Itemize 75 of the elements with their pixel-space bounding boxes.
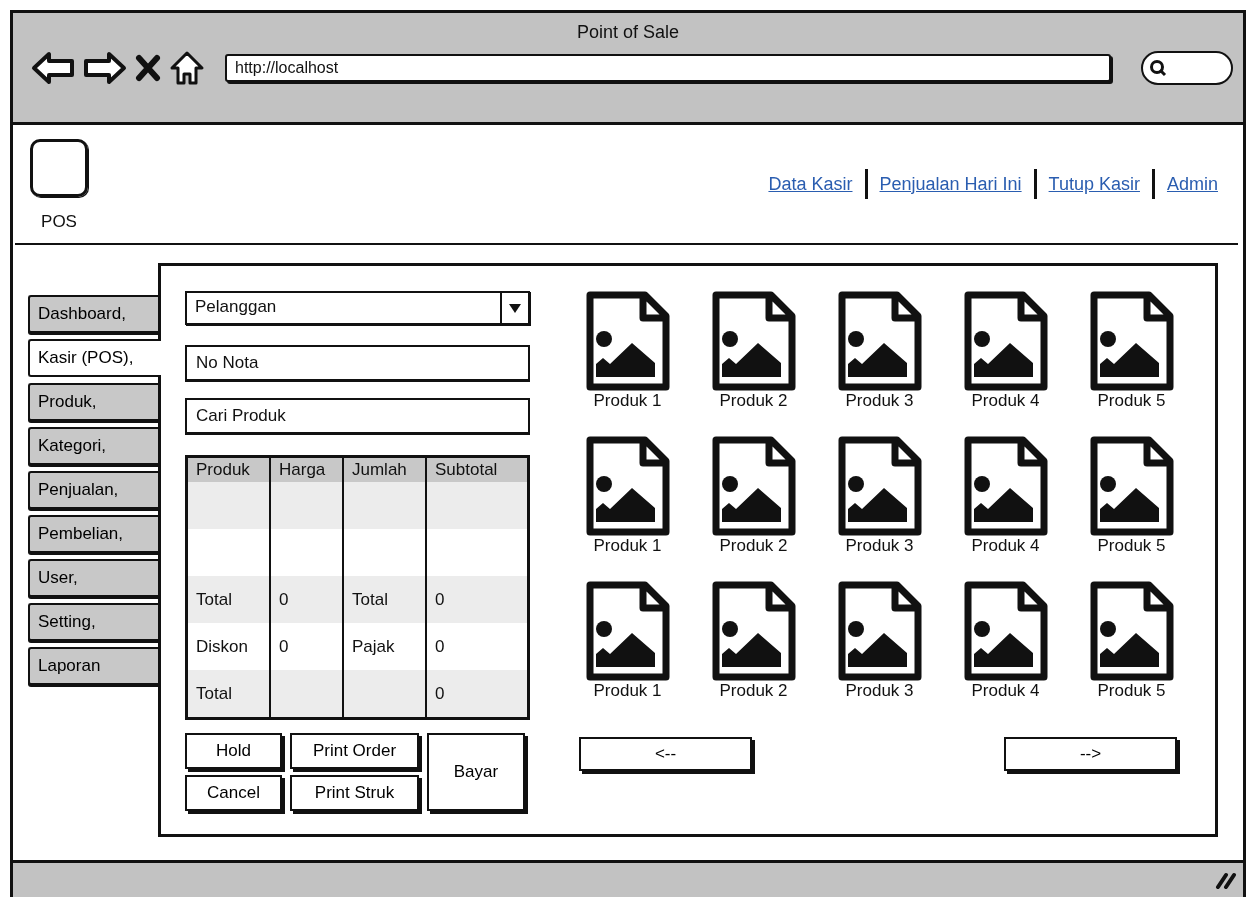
sidebar-tab[interactable]: Setting, <box>28 603 158 641</box>
back-icon[interactable] <box>31 51 75 85</box>
sidebar-tab[interactable]: Kasir (POS), <box>28 339 161 377</box>
invoice-number-field[interactable]: No Nota <box>185 345 530 382</box>
next-page-button[interactable]: --> <box>1004 737 1177 771</box>
logo-label: POS <box>41 211 77 233</box>
sidebar-tab[interactable]: Laporan <box>28 647 158 685</box>
table-cell: Total <box>188 576 269 623</box>
image-file-icon[interactable] <box>585 291 670 391</box>
product-label: Produk 5 <box>1097 391 1166 411</box>
product-label: Produk 2 <box>719 681 788 701</box>
action-button[interactable]: Hold <box>185 733 282 769</box>
action-button[interactable]: Print Struk <box>290 775 419 811</box>
image-file-icon[interactable] <box>585 581 670 681</box>
image-file-icon[interactable] <box>711 291 796 391</box>
image-file-icon[interactable] <box>1089 581 1174 681</box>
close-icon[interactable] <box>135 54 161 82</box>
action-button[interactable]: Bayar <box>427 733 525 811</box>
image-file-icon[interactable] <box>1089 436 1174 536</box>
header-link[interactable]: Admin <box>1166 170 1218 198</box>
image-file-icon[interactable] <box>963 436 1048 536</box>
action-button[interactable]: Print Order <box>290 733 419 769</box>
table-cell: 0 <box>425 670 527 717</box>
sidebar-tab[interactable]: User, <box>28 559 158 597</box>
image-file-icon[interactable] <box>585 436 670 536</box>
image-file-icon[interactable] <box>837 291 922 391</box>
image-file-icon[interactable] <box>963 291 1048 391</box>
product-label: Produk 3 <box>845 536 914 556</box>
product-label: Produk 4 <box>971 536 1040 556</box>
image-file-icon[interactable] <box>1089 291 1174 391</box>
logo-placeholder <box>30 139 88 197</box>
product-label: Produk 5 <box>1097 536 1166 556</box>
column-header: Produk <box>188 458 269 482</box>
product-label: Produk 3 <box>845 681 914 701</box>
header-link[interactable]: Penjualan Hari Ini <box>879 170 1022 198</box>
search-field[interactable] <box>1141 51 1233 85</box>
image-file-icon[interactable] <box>963 581 1048 681</box>
table-cell: 0 <box>269 576 342 623</box>
column-header: Harga <box>269 458 342 482</box>
image-file-icon[interactable] <box>837 581 922 681</box>
header-link[interactable]: Data Kasir <box>768 170 853 198</box>
product-label: Produk 3 <box>845 391 914 411</box>
sidebar-tab[interactable]: Pembelian, <box>28 515 158 553</box>
caret-icon <box>508 302 522 314</box>
product-label: Produk 4 <box>971 391 1040 411</box>
home-icon[interactable] <box>169 50 205 86</box>
image-file-icon[interactable] <box>711 581 796 681</box>
table-cell: Total <box>188 670 269 717</box>
table-cell: 0 <box>425 576 527 623</box>
product-label: Produk 4 <box>971 681 1040 701</box>
image-file-icon[interactable] <box>837 436 922 536</box>
product-label: Produk 1 <box>593 536 662 556</box>
column-header: Subtotal <box>425 458 527 482</box>
sidebar-tab[interactable]: Penjualan, <box>28 471 158 509</box>
product-label: Produk 2 <box>719 391 788 411</box>
product-label: Produk 1 <box>593 681 662 701</box>
customer-select[interactable]: Pelanggan <box>185 291 530 325</box>
sidebar-tab[interactable]: Produk, <box>28 383 158 421</box>
table-cell: Total <box>342 576 425 623</box>
column-header: Jumlah <box>342 458 425 482</box>
action-button[interactable]: Cancel <box>185 775 282 811</box>
product-search-field[interactable]: Cari Produk <box>185 398 530 435</box>
forward-icon[interactable] <box>83 51 127 85</box>
product-label: Produk 1 <box>593 391 662 411</box>
product-label: Produk 2 <box>719 536 788 556</box>
image-file-icon[interactable] <box>711 436 796 536</box>
resize-grip-icon[interactable] <box>1215 871 1237 889</box>
header-link[interactable]: Tutup Kasir <box>1048 170 1140 198</box>
window-title: Point of Sale <box>576 21 680 44</box>
search-icon <box>1149 59 1167 77</box>
sidebar-tab[interactable]: Kategori, <box>28 427 158 465</box>
product-label: Produk 5 <box>1097 681 1166 701</box>
address-field[interactable]: http://localhost <box>225 54 1111 82</box>
previous-page-button[interactable]: <-- <box>579 737 752 771</box>
sidebar-tab[interactable]: Dashboard, <box>28 295 158 333</box>
